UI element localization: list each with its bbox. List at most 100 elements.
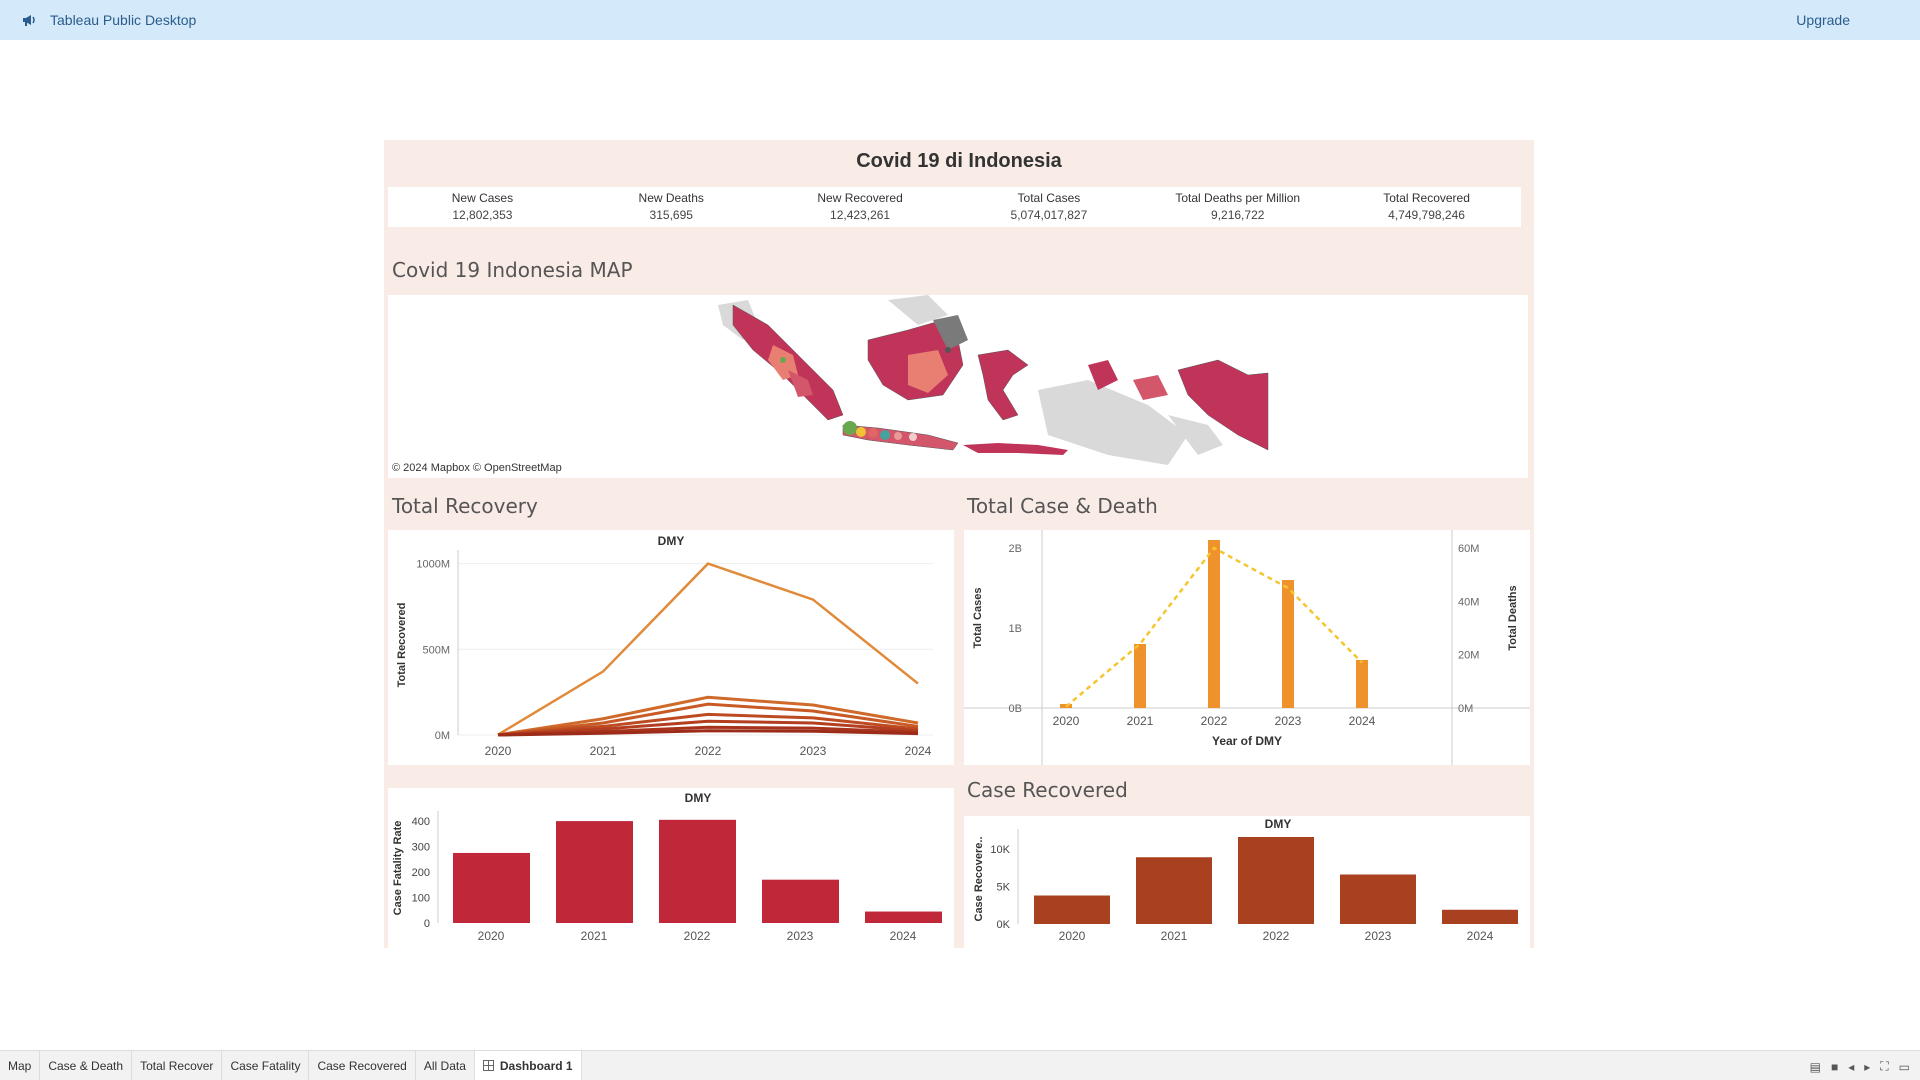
dashboard-title: Covid 19 di Indonesia <box>856 150 1062 172</box>
case-recovered-svg[interactable]: DMY 0K 5K 10K 2020 2021 2022 2023 2024 Case Recov… <box>964 816 1530 948</box>
kpi-value: 315,695 <box>649 208 693 222</box>
kpi-new-cases[interactable]: New Cases 12,802,353 <box>388 187 577 227</box>
fullscreen-icon[interactable]: ⛶ <box>1880 1059 1888 1074</box>
tab-label: Case & Death <box>48 1058 124 1073</box>
x-tick-label: 2020 <box>478 929 505 943</box>
x-tick-label: 2021 <box>590 744 617 758</box>
prev-sheet-icon[interactable]: ◂ <box>1848 1060 1854 1074</box>
kpi-label: Total Cases <box>1017 191 1081 205</box>
tab-case-death[interactable]: Case & Death <box>40 1051 133 1080</box>
x-axis-label: Year of DMY <box>1212 734 1282 748</box>
total-recovery-title: Total Recovery <box>392 494 538 518</box>
tab-map[interactable]: Map <box>0 1051 41 1080</box>
y-tick-label: 200 <box>412 867 430 879</box>
tab-label: Map <box>8 1058 32 1073</box>
kpi-total-deaths-per-million[interactable]: Total Deaths per Million 9,216,722 <box>1143 187 1332 227</box>
kpi-label: New Deaths <box>638 191 704 205</box>
tab-controls: ▤ ■ ◂ ▸ ⛶ ▭ <box>1810 1059 1910 1074</box>
bar <box>1208 540 1220 708</box>
kpi-label: New Cases <box>451 191 514 205</box>
tab-case-fatality[interactable]: Case Fatality <box>222 1051 310 1080</box>
map-title: Covid 19 Indonesia MAP <box>392 258 633 282</box>
x-tick-label: 2021 <box>581 929 608 943</box>
show-filmstrip-icon[interactable]: ▤ <box>1810 1060 1821 1074</box>
indonesia-map[interactable]: © 2024 Mapbox © OpenStreetMap <box>388 295 1528 478</box>
case-fatality-svg[interactable]: DMY 0 100 200 300 400 2020 2021 2022 2023 2024 Case… <box>388 788 954 948</box>
bar <box>659 819 736 923</box>
y-tick-label: 0B <box>1009 703 1022 715</box>
bar <box>865 911 942 923</box>
bar <box>1136 857 1212 924</box>
kpi-label: Total Deaths per Million <box>1175 191 1301 205</box>
sheet-tab-bar: Map Case & Death Total Recover Case Fata… <box>0 1050 1920 1080</box>
next-sheet-icon[interactable]: ▸ <box>1864 1060 1870 1074</box>
kpi-value: 4,749,798,246 <box>1388 208 1465 222</box>
x-tick-label: 2023 <box>1365 929 1392 943</box>
y-tick-label: 0K <box>997 919 1011 931</box>
x-tick-label: 2022 <box>695 744 722 758</box>
map-canvas[interactable] <box>388 295 1528 478</box>
kpi-new-recovered[interactable]: New Recovered 12,423,261 <box>766 187 955 227</box>
kpi-value: 9,216,722 <box>1211 208 1265 222</box>
bar <box>1134 644 1146 708</box>
bar <box>453 852 530 923</box>
kpi-label: Total Recovered <box>1383 191 1470 205</box>
x-tick-label: 2020 <box>485 744 512 758</box>
y2-tick-label: 40M <box>1458 596 1479 608</box>
y-tick-label: 500M <box>422 644 450 656</box>
total-case-death-svg[interactable]: 0B 1B 2B 0M 20M 40M 60M 2020 2021 2022 2023 2024 Yea… <box>964 530 1530 765</box>
dashboard: Covid 19 di Indonesia New Cases 12,802,3… <box>384 140 1534 948</box>
x-tick-label: 2020 <box>1059 929 1086 943</box>
y-tick-label: 400 <box>412 816 430 828</box>
y-axis-label: Case Recovere.. <box>973 837 985 922</box>
x-tick-label: 2024 <box>1467 929 1494 943</box>
total-case-death-chart[interactable]: 0B 1B 2B 0M 20M 40M 60M 2020 2021 2022 2023 2024 Yea… <box>964 530 1530 765</box>
x-tick-label: 2023 <box>1275 714 1302 728</box>
total-recovery-chart[interactable]: DMY 0M 500M 1000M 2020 2021 2022 2023 2024 Total … <box>388 530 954 765</box>
kpi-value: 12,802,353 <box>452 208 513 222</box>
kpi-value: 12,423,261 <box>830 208 891 222</box>
x-tick-label: 2022 <box>1201 714 1228 728</box>
x-tick-label: 2023 <box>787 929 814 943</box>
chart-title: DMY <box>685 791 712 805</box>
bar <box>556 821 633 923</box>
x-tick-label: 2024 <box>890 929 917 943</box>
upgrade-link[interactable]: Upgrade <box>1796 12 1850 28</box>
y-tick-label: 1000M <box>416 559 450 571</box>
present-icon[interactable]: ▭ <box>1899 1060 1910 1074</box>
case-recovered-chart[interactable]: DMY 0K 5K 10K 2020 2021 2022 2023 2024 Case Recov… <box>964 816 1530 948</box>
tab-dashboard-1[interactable]: Dashboard 1 <box>474 1051 582 1080</box>
y2-axis-label: Total Deaths <box>1507 585 1519 650</box>
case-recovered-title: Case Recovered <box>967 778 1128 802</box>
tab-label: Total Recover <box>140 1058 214 1073</box>
kpi-strip: New Cases 12,802,353 New Deaths 315,695 … <box>388 187 1521 227</box>
tab-case-recovered[interactable]: Case Recovered <box>309 1051 416 1080</box>
chart-title: DMY <box>1265 817 1292 831</box>
kpi-total-recovered[interactable]: Total Recovered 4,749,798,246 <box>1332 187 1521 227</box>
case-fatality-chart[interactable]: DMY 0 100 200 300 400 2020 2021 2022 2023 2024 Case… <box>388 788 954 948</box>
x-tick-label: 2020 <box>1053 714 1080 728</box>
tab-all-data[interactable]: All Data <box>416 1051 475 1080</box>
y-axis-label: Total Recovered <box>396 603 408 688</box>
bar <box>1238 837 1314 924</box>
y-axis-label: Total Cases <box>972 588 984 649</box>
y-tick-label: 100 <box>412 893 430 905</box>
kpi-total-cases[interactable]: Total Cases 5,074,017,827 <box>954 187 1143 227</box>
x-tick-label: 2022 <box>684 929 711 943</box>
y-tick-label: 0M <box>435 730 450 742</box>
tab-label: All Data <box>423 1058 466 1073</box>
kpi-new-deaths[interactable]: New Deaths 315,695 <box>577 187 766 227</box>
dashboard-grid-icon <box>482 1060 494 1071</box>
y-axis-label: Case Fatality Rate <box>392 821 404 916</box>
bar <box>762 879 839 923</box>
bar <box>1340 874 1416 924</box>
app-bar: Tableau Public Desktop Upgrade <box>0 0 1920 40</box>
tab-total-recover[interactable]: Total Recover <box>132 1051 223 1080</box>
x-tick-label: 2022 <box>1263 929 1290 943</box>
show-tabs-icon[interactable]: ■ <box>1831 1060 1838 1074</box>
total-recovery-svg[interactable]: DMY 0M 500M 1000M 2020 2021 2022 2023 2024 Total … <box>388 530 954 765</box>
x-tick-label: 2021 <box>1127 714 1154 728</box>
megaphone-icon[interactable] <box>20 11 38 29</box>
x-tick-label: 2024 <box>905 744 932 758</box>
bar <box>1442 909 1518 924</box>
